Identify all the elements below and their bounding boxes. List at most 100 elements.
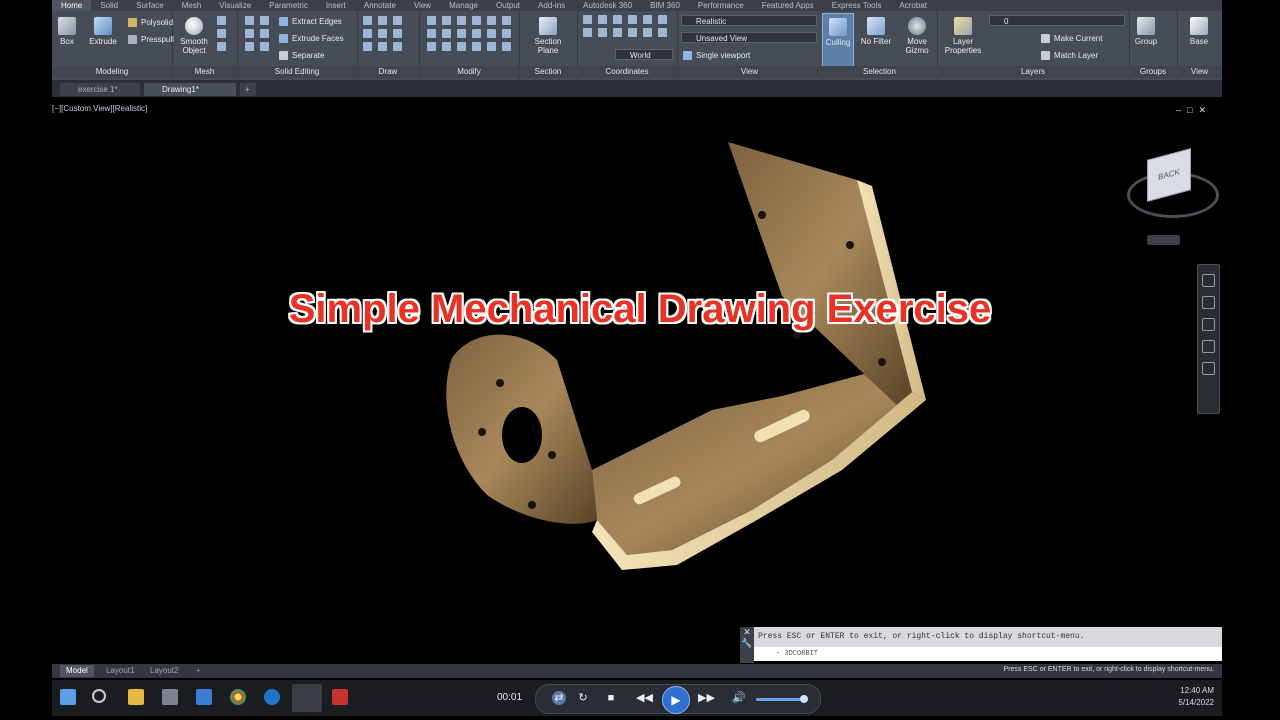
ribbon-tab-bim-360[interactable]: BIM 360 xyxy=(641,0,689,11)
fillet-icon[interactable] xyxy=(427,29,436,38)
ribbon-tab-home[interactable]: Home xyxy=(52,0,92,11)
ucs-3point-icon[interactable] xyxy=(583,28,592,37)
polygon-icon[interactable] xyxy=(363,42,372,51)
smooth-object-button[interactable]: Smooth Object xyxy=(176,17,212,55)
rectangle-icon[interactable] xyxy=(393,29,402,38)
edge-icon[interactable] xyxy=(264,689,280,705)
rotate-icon[interactable] xyxy=(442,16,451,25)
repeat-icon[interactable]: ↻ xyxy=(576,691,590,705)
ucs-object-icon[interactable] xyxy=(613,28,622,37)
ribbon-tab-performance[interactable]: Performance xyxy=(689,0,753,11)
tab-layout1[interactable]: Layout1 xyxy=(100,665,140,677)
fast-forward-button[interactable]: ▶▶ xyxy=(698,691,715,705)
ribbon-tab-surface[interactable]: Surface xyxy=(127,0,173,11)
hatch-icon[interactable] xyxy=(378,42,387,51)
ribbon-tab-output[interactable]: Output xyxy=(487,0,529,11)
mail-icon[interactable] xyxy=(196,689,212,705)
subtract-icon[interactable] xyxy=(260,16,269,25)
panel-title-selection[interactable]: Selection xyxy=(822,66,937,78)
visual-style-dropdown[interactable]: Realistic xyxy=(681,15,817,26)
mesh-tool-icon[interactable] xyxy=(217,29,226,38)
copy-icon[interactable] xyxy=(457,16,466,25)
no-filter-button[interactable]: No Filter xyxy=(856,17,896,46)
add-layout-button[interactable]: + xyxy=(190,665,207,677)
ribbon-tab-acrobat[interactable]: Acrobat xyxy=(890,0,936,11)
ellipse-icon[interactable] xyxy=(393,42,402,51)
model-viewport[interactable]: [−][Custom View][Realistic] ‒□✕ BACK xyxy=(52,100,1222,662)
move-icon[interactable] xyxy=(427,16,436,25)
store-icon[interactable] xyxy=(162,689,178,705)
ucs-y-icon[interactable] xyxy=(628,15,637,24)
ribbon-tab-solid[interactable]: Solid xyxy=(91,0,127,11)
mesh-tool-icon[interactable] xyxy=(217,42,226,51)
ribbon-tab-parametric[interactable]: Parametric xyxy=(260,0,317,11)
layer-dropdown[interactable]: 0 xyxy=(989,15,1125,26)
ribbon-tab-featured-apps[interactable]: Featured Apps xyxy=(753,0,823,11)
join-icon[interactable] xyxy=(472,42,481,51)
mesh-tool-icon[interactable] xyxy=(217,16,226,25)
volume-slider[interactable] xyxy=(756,695,808,703)
panel-title-modify[interactable]: Modify xyxy=(419,66,519,78)
rewind-button[interactable]: ◀◀ xyxy=(636,691,653,705)
tab-model[interactable]: Model xyxy=(60,665,94,677)
arc-icon[interactable] xyxy=(393,16,402,25)
ribbon-tab-add-ins[interactable]: Add-ins xyxy=(529,0,574,11)
line-icon[interactable] xyxy=(363,16,372,25)
chamfer-icon[interactable] xyxy=(442,29,451,38)
command-input[interactable]: - 3DCORBIT xyxy=(740,647,1222,661)
stop-button[interactable]: ■ xyxy=(604,691,618,705)
command-line-side[interactable]: ✕ 🔧 xyxy=(740,627,754,663)
circle-icon[interactable] xyxy=(378,29,387,38)
showmotion-icon[interactable] xyxy=(1202,362,1215,375)
3d-array-icon[interactable] xyxy=(502,42,511,51)
orbit-icon[interactable] xyxy=(1202,340,1215,353)
panel-title-modeling[interactable]: Modeling xyxy=(52,66,172,78)
ucs-view-icon[interactable] xyxy=(598,28,607,37)
ucs-face-icon[interactable] xyxy=(658,15,667,24)
volume-icon[interactable]: 🔊 xyxy=(732,691,746,705)
panel-title-view-base[interactable]: View xyxy=(1177,66,1222,78)
polysolid-button[interactable]: Polysolid xyxy=(128,16,173,28)
ribbon-tab-express-tools[interactable]: Express Tools xyxy=(823,0,891,11)
command-line[interactable]: ✕ 🔧 Press ESC or ENTER to exit, or right-… xyxy=(740,627,1222,663)
union-icon[interactable] xyxy=(245,16,254,25)
panel-title-view[interactable]: View xyxy=(677,66,822,78)
erase-icon[interactable] xyxy=(502,29,511,38)
panel-title-solid-editing[interactable]: Solid Editing xyxy=(237,66,357,78)
viewcube[interactable]: BACK xyxy=(1125,146,1219,218)
extrude-button[interactable]: Extrude xyxy=(86,17,120,46)
fillet-icon[interactable] xyxy=(260,42,269,51)
ucs-x-icon[interactable] xyxy=(613,15,622,24)
wcs-badge[interactable] xyxy=(1147,235,1180,245)
panel-title-draw[interactable]: Draw xyxy=(357,66,419,78)
slice-icon[interactable] xyxy=(260,29,269,38)
spline-icon[interactable] xyxy=(363,29,372,38)
polyline-icon[interactable] xyxy=(378,16,387,25)
ribbon-tab-visualize[interactable]: Visualize xyxy=(210,0,260,11)
ribbon-tab-insert[interactable]: Insert xyxy=(317,0,355,11)
separate-button[interactable]: Separate xyxy=(279,49,324,61)
match-layer-button[interactable]: Match Layer xyxy=(1041,49,1098,61)
windows-start-icon[interactable] xyxy=(60,689,76,705)
box-button[interactable]: Box xyxy=(56,17,78,46)
panel-title-mesh[interactable]: Mesh xyxy=(172,66,237,78)
group-button[interactable]: Group xyxy=(1133,17,1159,46)
extract-edges-button[interactable]: Extract Edges xyxy=(279,15,342,27)
ucs-origin-icon[interactable] xyxy=(598,15,607,24)
presspull-button[interactable]: Presspull xyxy=(128,33,174,45)
viewport-config-button[interactable]: Single viewport xyxy=(683,49,750,61)
file-explorer-icon[interactable] xyxy=(128,689,144,705)
chrome-icon[interactable] xyxy=(230,689,246,705)
recorder-active-icon[interactable] xyxy=(292,684,322,712)
scale-icon[interactable] xyxy=(457,29,466,38)
break-icon[interactable] xyxy=(487,42,496,51)
base-view-button[interactable]: Base xyxy=(1185,17,1213,46)
extend-icon[interactable] xyxy=(502,16,511,25)
search-icon[interactable] xyxy=(92,689,106,703)
section-plane-button[interactable]: Section Plane xyxy=(527,17,569,55)
ribbon-tab-annotate[interactable]: Annotate xyxy=(355,0,405,11)
ucs-z-icon[interactable] xyxy=(643,15,652,24)
panel-title-layers[interactable]: Layers xyxy=(937,66,1129,78)
ribbon-tab-mesh[interactable]: Mesh xyxy=(173,0,211,11)
extrude-faces-button[interactable]: Extrude Faces xyxy=(279,32,344,44)
